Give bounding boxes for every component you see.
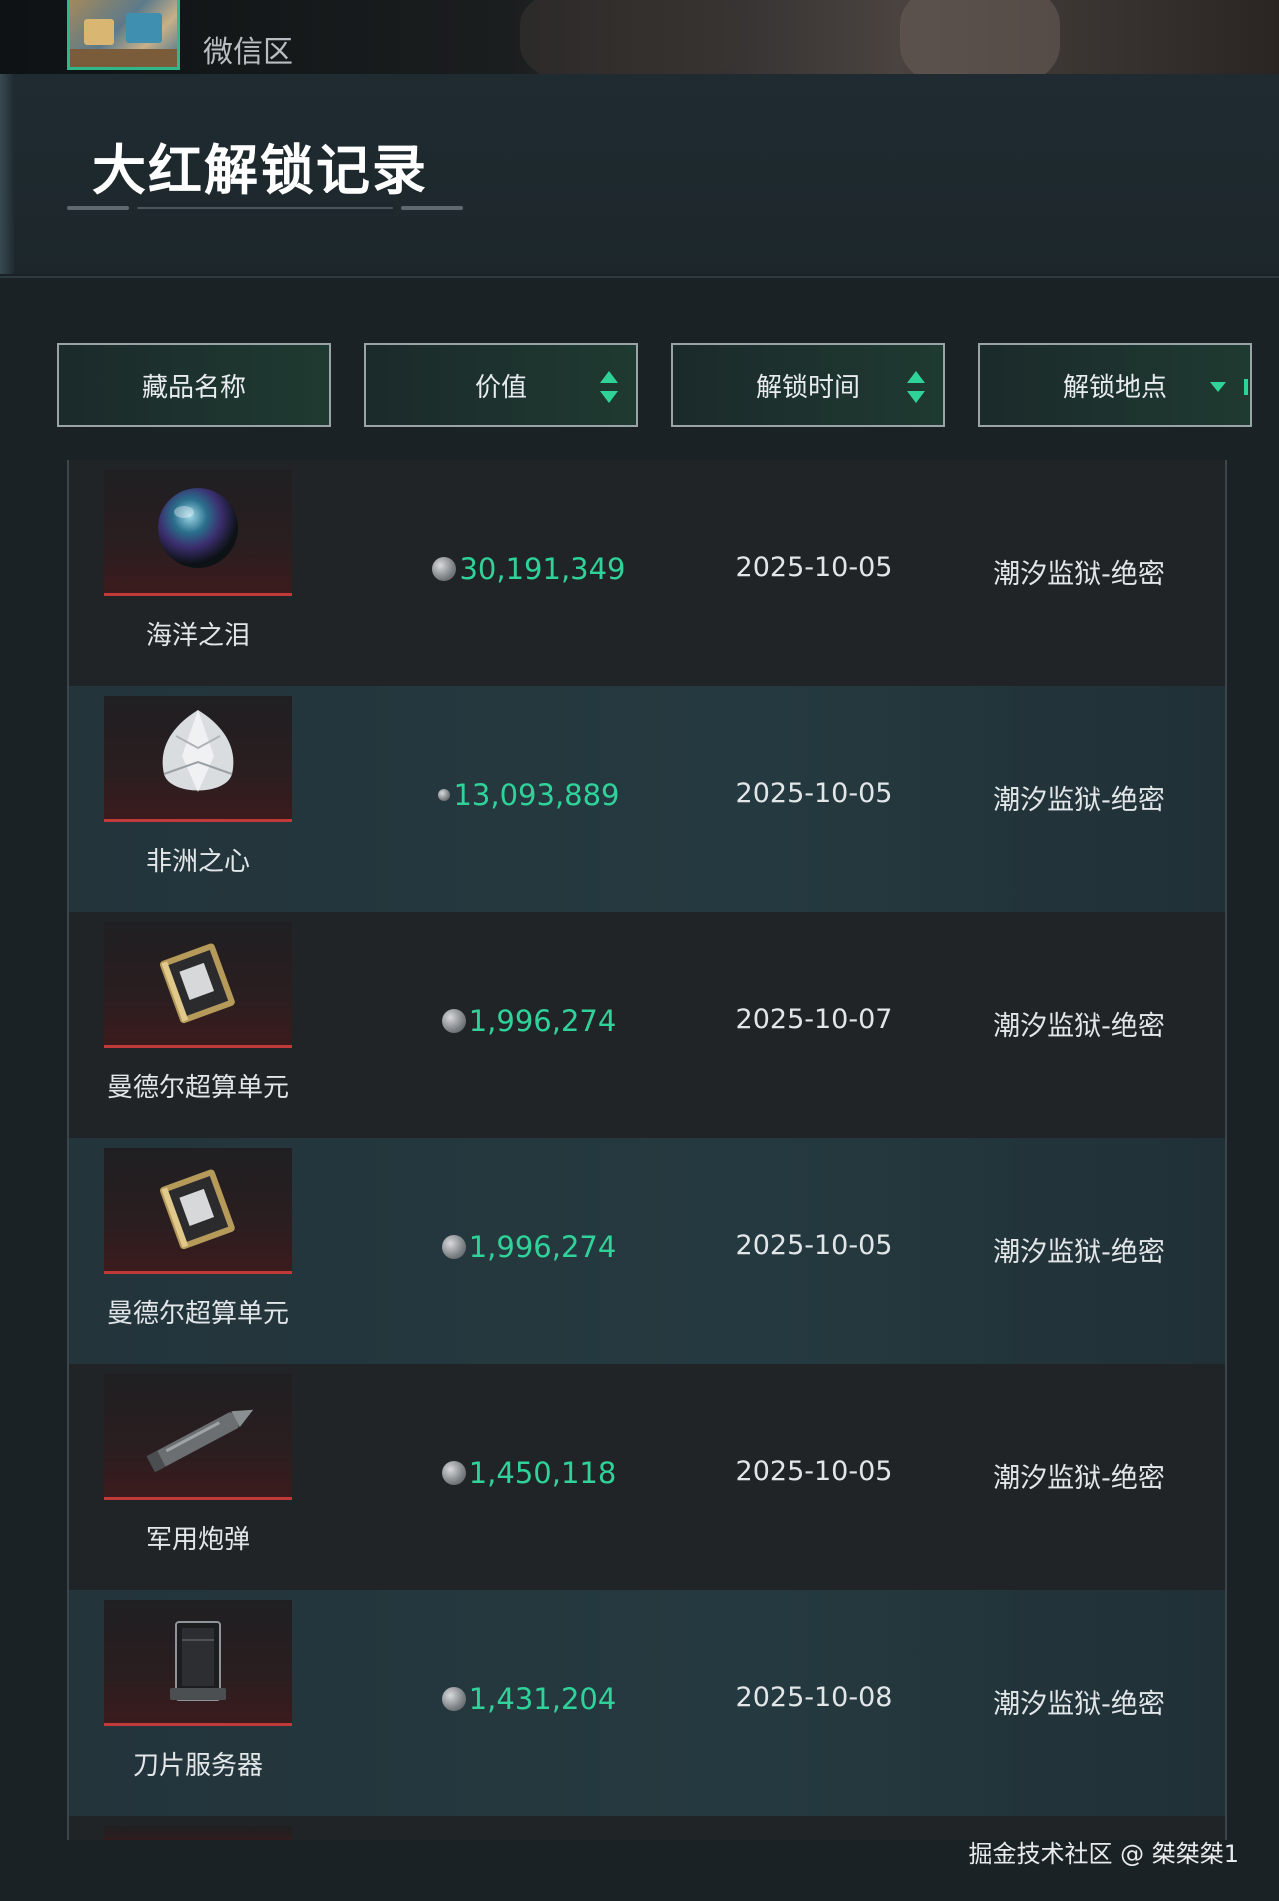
- unlock-date: 2025-10-08: [735, 1682, 893, 1713]
- value-text: 1,996,274: [468, 1230, 617, 1264]
- item-value: 13,093,889: [379, 778, 679, 812]
- watermark: 掘金技术社区 @ 桀桀桀1: [968, 1840, 1239, 1868]
- unlock-location: 潮汐监狱-绝密: [993, 1689, 1165, 1720]
- filter-location-dropdown[interactable]: 解锁地点: [978, 343, 1252, 427]
- unlock-location: 潮汐监狱-绝密: [993, 1463, 1165, 1494]
- coin-icon: [441, 1461, 466, 1485]
- value-text: 1,450,118: [468, 1456, 617, 1490]
- item-name: 海洋之泪: [145, 621, 250, 651]
- filter-label: 解锁时间: [755, 372, 860, 403]
- avatar[interactable]: [67, 0, 180, 70]
- title-underline-decor: [67, 206, 463, 210]
- unlock-location: 潮汐监狱-绝密: [993, 1011, 1165, 1042]
- page-title: 大红解锁记录: [92, 139, 428, 202]
- value-text: 1,431,204: [468, 1682, 617, 1716]
- diamond-icon: [104, 696, 292, 822]
- coin-icon: [441, 1687, 466, 1711]
- top-bar-art: [520, 0, 740, 74]
- item-name: 曼德尔超算单元: [106, 1299, 289, 1329]
- sort-arrows-icon: [907, 371, 925, 403]
- record-row[interactable]: 非洲之心 13,093,889 2025-10-05 潮汐监狱-绝密: [69, 686, 1225, 912]
- filter-value-sort[interactable]: 价值: [364, 343, 638, 427]
- item-value: 1,431,204: [379, 1682, 679, 1716]
- item-value: 1,450,118: [379, 1456, 679, 1490]
- item-name: 军用炮弹: [145, 1525, 250, 1555]
- filter-label: 解锁地点: [1062, 372, 1167, 403]
- unlock-date: 2025-10-05: [735, 1230, 893, 1261]
- top-bar-art-2: [900, 0, 1060, 74]
- item-name: 刀片服务器: [132, 1751, 263, 1781]
- compute-unit-icon: [104, 922, 292, 1048]
- coin-icon: [441, 1235, 466, 1259]
- sort-arrows-icon: [600, 371, 618, 403]
- record-list[interactable]: 海洋之泪 30,191,349 2025-10-05 潮汐监狱-绝密 非洲之心 …: [67, 460, 1227, 1840]
- value-text: 30,191,349: [459, 552, 626, 586]
- header-edge-decor: [0, 74, 14, 274]
- item-value: 1,996,274: [379, 1230, 679, 1264]
- unlock-location: 潮汐监狱-绝密: [993, 785, 1165, 816]
- unlock-location: 潮汐监狱-绝密: [993, 559, 1165, 590]
- coin-icon: [432, 557, 457, 581]
- record-row[interactable]: 海洋之泪 30,191,349 2025-10-05 潮汐监狱-绝密: [69, 460, 1225, 686]
- value-text: 13,093,889: [453, 778, 620, 812]
- blade-server-icon: [104, 1600, 292, 1726]
- record-row[interactable]: 曼德尔超算单元 1,996,274 2025-10-07 潮汐监狱-绝密: [69, 912, 1225, 1138]
- artillery-shell-icon: [104, 1374, 292, 1500]
- unlock-location: 潮汐监狱-绝密: [993, 1237, 1165, 1268]
- item-name: 非洲之心: [145, 847, 250, 877]
- header-divider: [0, 276, 1279, 278]
- unlock-date: 2025-10-05: [735, 778, 893, 809]
- unlock-date: 2025-10-05: [735, 552, 893, 583]
- item-thumbnail: [104, 1826, 292, 1840]
- item-value: 30,191,349: [379, 552, 679, 586]
- pearl-icon: [104, 470, 292, 596]
- unlock-date: 2025-10-05: [735, 1456, 893, 1487]
- coin-icon: [438, 789, 451, 801]
- value-text: 1,996,274: [468, 1004, 617, 1038]
- top-bar: 微信区: [0, 0, 1279, 74]
- item-name: 曼德尔超算单元: [106, 1073, 289, 1103]
- dropdown-edge-decor: [1244, 379, 1248, 395]
- chevron-down-icon: [1210, 382, 1226, 392]
- item-value: 1,996,274: [379, 1004, 679, 1038]
- record-row[interactable]: 曼德尔超算单元 1,996,274 2025-10-05 潮汐监狱-绝密: [69, 1138, 1225, 1364]
- zone-label: 微信区: [203, 35, 293, 70]
- record-row[interactable]: 军用炮弹 1,450,118 2025-10-05 潮汐监狱-绝密: [69, 1364, 1225, 1590]
- filter-unlock-time-sort[interactable]: 解锁时间: [671, 343, 945, 427]
- filter-label: 藏品名称: [141, 372, 246, 403]
- filter-item-name[interactable]: 藏品名称: [57, 343, 331, 427]
- coin-icon: [441, 1009, 466, 1033]
- compute-unit-icon: [104, 1148, 292, 1274]
- record-row[interactable]: 刀片服务器 1,431,204 2025-10-08 潮汐监狱-绝密: [69, 1590, 1225, 1816]
- unlock-date: 2025-10-07: [735, 1004, 893, 1035]
- filter-label: 价值: [474, 372, 527, 403]
